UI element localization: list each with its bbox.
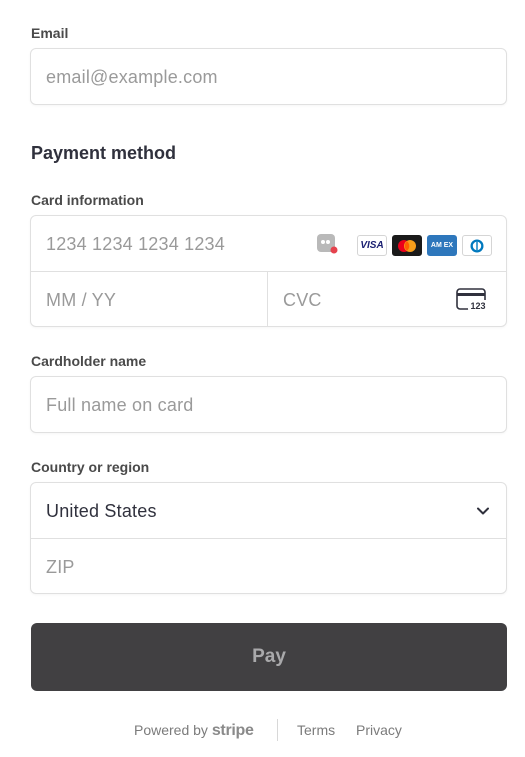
cvc-placeholder: CVC xyxy=(283,290,322,310)
country-select[interactable]: United States xyxy=(31,483,506,538)
email-label: Email xyxy=(31,25,69,41)
footer: Powered by stripe Terms Privacy xyxy=(0,719,525,741)
card-number-placeholder: 1234 1234 1234 1234 xyxy=(46,234,225,254)
expiry-field[interactable]: MM / YY xyxy=(31,272,267,327)
diners-icon xyxy=(462,235,492,256)
cardholder-name-label: Cardholder name xyxy=(31,353,147,369)
privacy-link[interactable]: Privacy xyxy=(356,722,402,738)
country-region-group: United States ZIP xyxy=(30,482,507,594)
email-field[interactable]: email@example.com xyxy=(30,48,507,105)
country-selected-value: United States xyxy=(46,501,157,521)
cvc-card-icon: 123 xyxy=(456,288,488,317)
terms-link[interactable]: Terms xyxy=(297,722,335,738)
zip-placeholder: ZIP xyxy=(46,557,75,577)
card-brands: VISA AM EX xyxy=(316,232,492,259)
visa-icon: VISA xyxy=(357,235,387,256)
footer-separator xyxy=(277,719,278,741)
card-number-field[interactable]: 1234 1234 1234 1234 VISA AM EX xyxy=(31,216,506,271)
expiry-placeholder: MM / YY xyxy=(46,290,117,310)
email-placeholder: email@example.com xyxy=(46,67,218,87)
card-information-group: 1234 1234 1234 1234 VISA AM EX MM / YY C… xyxy=(30,215,507,327)
pay-button[interactable]: Pay xyxy=(31,623,507,691)
amex-icon: AM EX xyxy=(427,235,457,256)
stripe-logo: stripe xyxy=(211,722,254,739)
powered-by-text: Powered by xyxy=(134,722,208,738)
card-information-label: Card information xyxy=(31,192,144,208)
link-icon[interactable] xyxy=(316,232,338,259)
powered-by-stripe[interactable]: Powered by stripe xyxy=(134,722,254,740)
cardholder-name-field[interactable]: Full name on card xyxy=(30,376,507,433)
cardholder-name-placeholder: Full name on card xyxy=(46,395,194,415)
country-region-label: Country or region xyxy=(31,459,150,475)
payment-method-heading: Payment method xyxy=(31,143,177,163)
chevron-down-icon xyxy=(475,503,491,524)
cvc-field[interactable]: CVC 123 xyxy=(268,272,506,327)
cvc-icon-text: 123 xyxy=(470,301,485,311)
zip-field[interactable]: ZIP xyxy=(31,539,506,594)
mastercard-icon xyxy=(392,235,422,256)
